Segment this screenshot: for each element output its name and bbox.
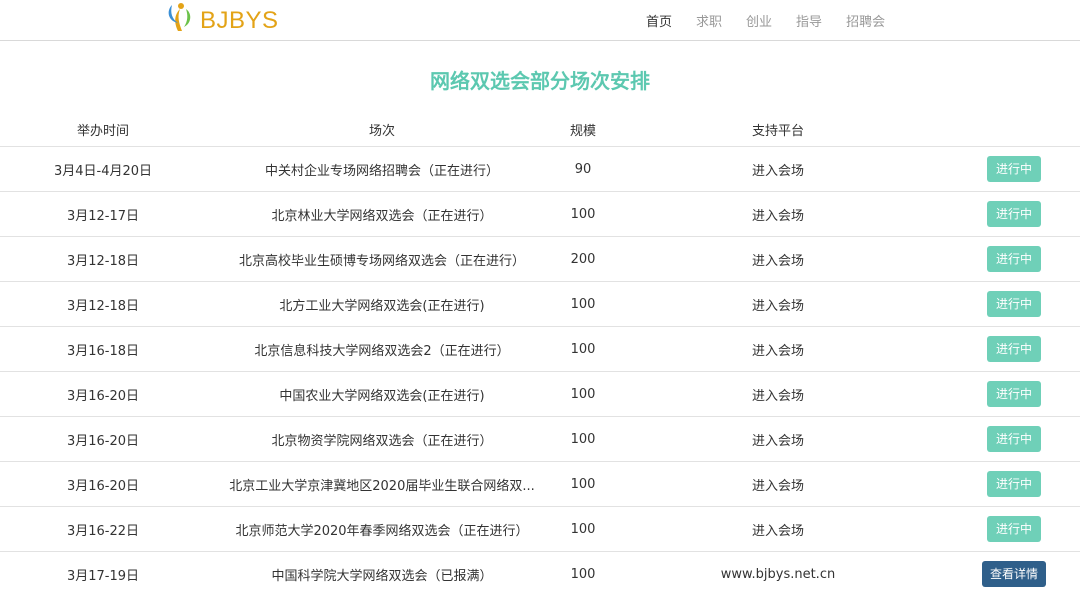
row-action: 进行中 [948,417,1080,462]
row-scale: 100 [558,327,608,372]
row-session-name: 北京林业大学网络双选会（正在进行） [206,192,558,237]
nav-item-startup[interactable]: 创业 [746,11,772,30]
page-title: 网络双选会部分场次安排 [0,41,1080,96]
row-scale: 100 [558,372,608,417]
column-header-action [948,112,1080,147]
table-header-row: 举办时间 场次 规模 支持平台 [0,112,1080,147]
row-platform-link[interactable]: 进入会场 [608,282,948,327]
row-date: 3月12-17日 [0,192,206,237]
table-row: 3月16-22日北京师范大学2020年春季网络双选会（正在进行）100进入会场 进… [0,507,1080,552]
row-session-name: 北京高校毕业生硕博专场网络双选会（正在进行） [206,237,558,282]
column-header-scale: 规模 [558,112,608,147]
row-platform-link[interactable]: 进入会场 [608,372,948,417]
in-progress-button[interactable]: 进行中 [987,291,1041,317]
in-progress-button[interactable]: 进行中 [987,246,1041,272]
row-date: 3月16-22日 [0,507,206,552]
row-date: 3月16-20日 [0,462,206,507]
row-action: 进行中 [948,372,1080,417]
row-action: 进行中 [948,282,1080,327]
logo-text: BJBYS [200,7,279,35]
row-date: 3月12-18日 [0,237,206,282]
in-progress-button[interactable]: 进行中 [987,381,1041,407]
site-logo[interactable]: BJBYS [164,0,279,38]
row-platform-link[interactable]: 进入会场 [608,462,948,507]
column-header-session: 场次 [206,112,558,147]
row-session-name: 北京师范大学2020年春季网络双选会（正在进行） [206,507,558,552]
row-action: 进行中 [948,192,1080,237]
table-row: 3月17-19日中国科学院大学网络双选会（已报满）100www.bjbys.ne… [0,552,1080,596]
nav-item-job-fair[interactable]: 招聘会 [846,11,885,30]
in-progress-button[interactable]: 进行中 [987,471,1041,497]
column-header-date: 举办时间 [0,112,206,147]
main-nav: 首页 求职 创业 指导 招聘会 [646,0,909,40]
row-session-name: 北京物资学院网络双选会（正在进行） [206,417,558,462]
row-action: 进行中 [948,507,1080,552]
row-action: 进行中 [948,237,1080,282]
view-details-button[interactable]: 查看详情 [982,561,1046,587]
row-scale: 100 [558,552,608,596]
nav-item-jobs[interactable]: 求职 [696,11,722,30]
in-progress-button[interactable]: 进行中 [987,336,1041,362]
row-date: 3月12-18日 [0,282,206,327]
row-platform-link[interactable]: 进入会场 [608,327,948,372]
schedule-table: 举办时间 场次 规模 支持平台 3月4日-4月20日中关村企业专场网络招聘会（正… [0,112,1080,596]
row-action: 进行中 [948,147,1080,192]
row-action: 进行中 [948,462,1080,507]
row-scale: 100 [558,462,608,507]
row-platform-link[interactable]: 进入会场 [608,147,948,192]
table-body: 3月4日-4月20日中关村企业专场网络招聘会（正在进行）90进入会场进行中3月1… [0,147,1080,596]
table-row: 3月16-20日北京物资学院网络双选会（正在进行）100进入会场 进行中 [0,417,1080,462]
row-action: 进行中 [948,327,1080,372]
row-session-name: 北京信息科技大学网络双选会2（正在进行） [206,327,558,372]
table-row: 3月16-20日中国农业大学网络双选会(正在进行)100进入会场 进行中 [0,372,1080,417]
row-session-name: 北方工业大学网络双选会(正在进行) [206,282,558,327]
nav-item-home[interactable]: 首页 [646,11,672,30]
in-progress-button[interactable]: 进行中 [987,156,1041,182]
table-row: 3月4日-4月20日中关村企业专场网络招聘会（正在进行）90进入会场 进行中 [0,147,1080,192]
row-scale: 100 [558,282,608,327]
logo-icon [164,1,198,37]
column-header-platform: 支持平台 [608,112,948,147]
row-action: 查看详情 [948,552,1080,596]
in-progress-button[interactable]: 进行中 [987,516,1041,542]
row-date: 3月4日-4月20日 [0,147,206,192]
row-scale: 200 [558,237,608,282]
row-platform-link[interactable]: 进入会场 [608,417,948,462]
in-progress-button[interactable]: 进行中 [987,201,1041,227]
row-date: 3月17-19日 [0,552,206,596]
row-session-name: 北京工业大学京津冀地区2020届毕业生联合网络双... [206,462,558,507]
nav-item-guidance[interactable]: 指导 [796,11,822,30]
row-platform-link[interactable]: 进入会场 [608,237,948,282]
table-row: 3月12-18日北京高校毕业生硕博专场网络双选会（正在进行）200进入会场 进行中 [0,237,1080,282]
row-session-name: 中国科学院大学网络双选会（已报满） [206,552,558,596]
row-scale: 100 [558,507,608,552]
table-row: 3月12-18日北方工业大学网络双选会(正在进行)100进入会场 进行中 [0,282,1080,327]
row-session-name: 中国农业大学网络双选会(正在进行) [206,372,558,417]
row-date: 3月16-20日 [0,417,206,462]
in-progress-button[interactable]: 进行中 [987,426,1041,452]
row-session-name: 中关村企业专场网络招聘会（正在进行） [206,147,558,192]
row-scale: 100 [558,417,608,462]
row-platform-link[interactable]: 进入会场 [608,507,948,552]
row-date: 3月16-18日 [0,327,206,372]
row-scale: 100 [558,192,608,237]
row-platform-link[interactable]: www.bjbys.net.cn [608,552,948,596]
table-row: 3月16-18日北京信息科技大学网络双选会2（正在进行）100进入会场 进行中 [0,327,1080,372]
table-row: 3月12-17日北京林业大学网络双选会（正在进行）100进入会场 进行中 [0,192,1080,237]
site-header: BJBYS 首页 求职 创业 指导 招聘会 [0,0,1080,41]
row-platform-link[interactable]: 进入会场 [608,192,948,237]
row-scale: 90 [558,147,608,192]
row-date: 3月16-20日 [0,372,206,417]
table-row: 3月16-20日北京工业大学京津冀地区2020届毕业生联合网络双...100进入… [0,462,1080,507]
